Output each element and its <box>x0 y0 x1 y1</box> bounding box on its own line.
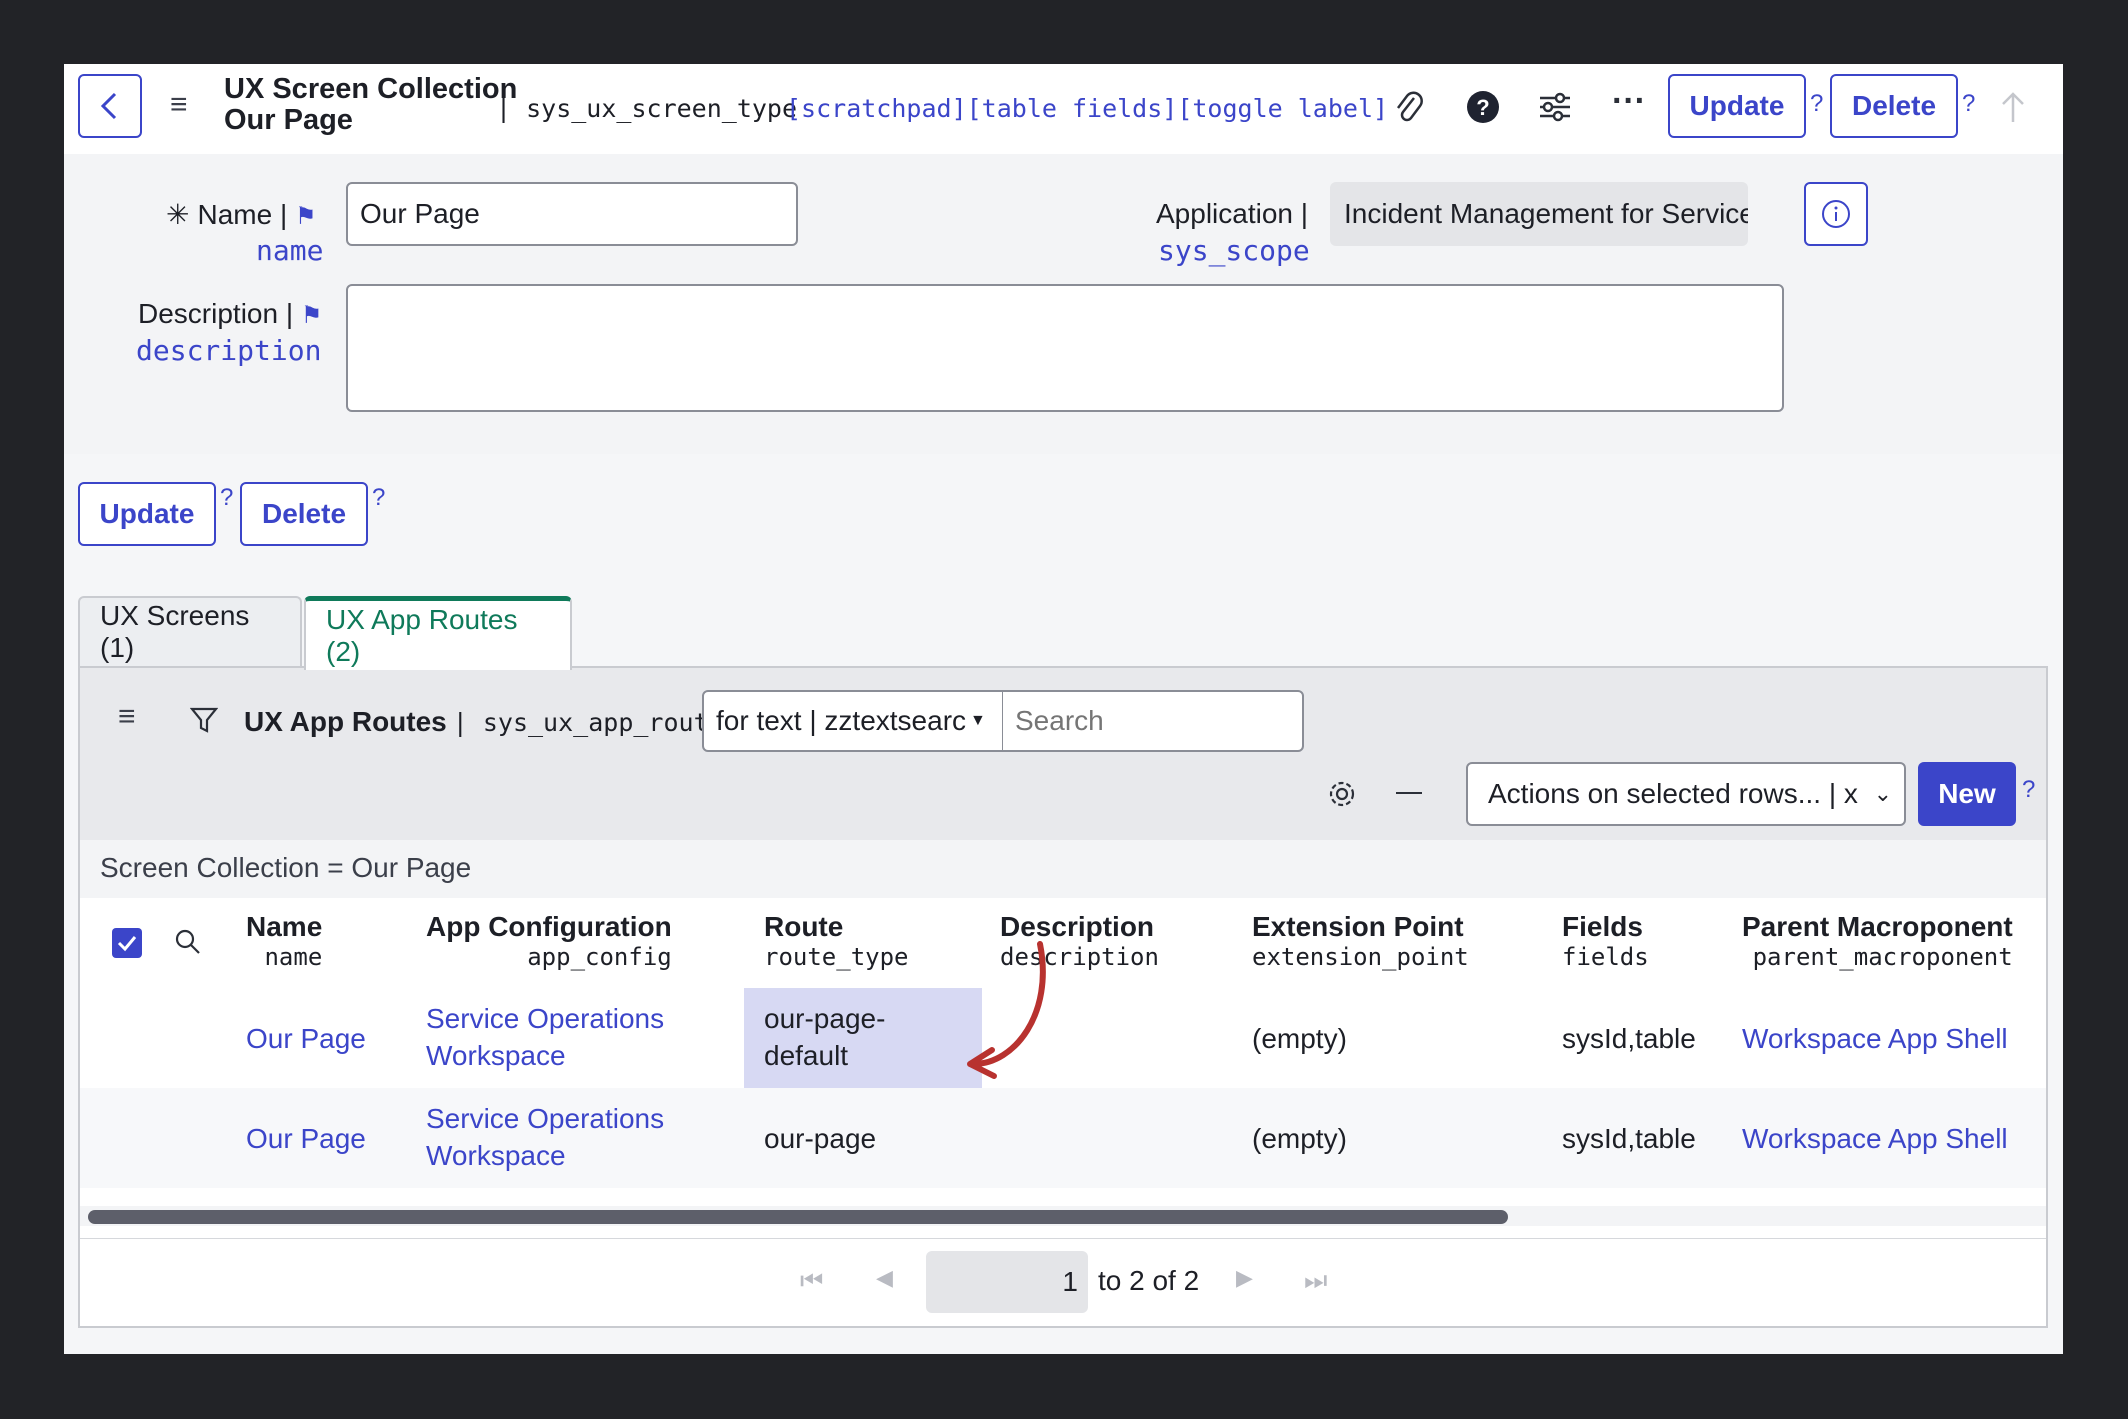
next-page-icon[interactable]: ▶ <box>1236 1265 1253 1291</box>
column-header-extension-point[interactable]: Extension Point extension_point <box>1252 912 1469 972</box>
row-extension-point[interactable]: (empty) <box>1252 1120 1347 1157</box>
column-header-fields[interactable]: Fields fields <box>1562 912 1649 972</box>
list-title: UX App Routes | sys_ux_app_route <box>244 706 724 737</box>
row-parent-link[interactable]: Workspace App Shell <box>1742 1120 2008 1157</box>
row-extension-point[interactable]: (empty) <box>1252 1020 1347 1057</box>
annotation-arrow <box>967 941 1046 1079</box>
arrow-up-icon[interactable] <box>2000 90 2026 124</box>
more-icon[interactable]: ··· <box>1612 82 1646 121</box>
column-header-name[interactable]: Name name <box>246 912 322 972</box>
application-field-name: sys_scope <box>1158 234 1310 267</box>
scrollbar-thumb[interactable] <box>88 1210 1508 1224</box>
tab-ux-app-routes[interactable]: UX App Routes (2) <box>304 596 572 670</box>
header-update-button[interactable]: Update <box>1668 74 1806 138</box>
breadcrumb-condition[interactable]: Screen Collection = Our Page <box>100 852 471 884</box>
new-button[interactable]: New <box>1918 762 2016 826</box>
form-delete-help[interactable]: ? <box>372 484 385 512</box>
select-all-checkbox[interactable] <box>112 928 142 958</box>
last-page-icon[interactable]: ⏭ <box>1304 1265 1327 1297</box>
name-label: ✳ Name | ⚑ <box>166 199 317 230</box>
application-label: Application | <box>1156 198 1309 229</box>
chevron-down-icon: ▼ <box>970 712 986 729</box>
delete-help-link[interactable]: ? <box>1962 90 1975 118</box>
list-table-name: | sys_ux_app_route <box>452 708 724 737</box>
search-field-select[interactable]: for text | zztextsearc ▼ <box>702 690 1004 752</box>
flag-icon[interactable]: ⚑ <box>295 203 317 230</box>
row-fields[interactable]: sysId,table <box>1562 1020 1696 1057</box>
search-input[interactable] <box>1002 690 1304 752</box>
page-number-input[interactable]: 1 <box>926 1251 1088 1313</box>
description-label: Description | ⚑ <box>138 298 323 329</box>
form-update-help[interactable]: ? <box>220 484 233 512</box>
row-fields[interactable]: sysId,table <box>1562 1120 1696 1157</box>
application-info-button[interactable] <box>1804 182 1868 246</box>
header-table-name: | sys_ux_screen_type <box>496 94 798 123</box>
svg-text:?: ? <box>1476 95 1489 120</box>
title-table-label: UX Screen Collection <box>224 73 518 105</box>
sliders-icon[interactable] <box>1538 92 1572 122</box>
row-app-config-link[interactable]: Service Operations Workspace <box>426 1100 686 1174</box>
menu-icon[interactable]: ≡ <box>170 88 188 122</box>
horizontal-scrollbar[interactable] <box>80 1206 2046 1226</box>
paperclip-icon[interactable] <box>1394 88 1424 128</box>
description-field-name: description <box>136 334 322 367</box>
gear-icon[interactable] <box>1326 778 1358 810</box>
back-icon <box>100 92 117 120</box>
header-delete-button[interactable]: Delete <box>1830 74 1958 138</box>
pagination: ⏮ ◀ 1 to 2 of 2 ▶ ⏭ <box>80 1238 2046 1327</box>
new-help-link[interactable]: ? <box>2022 776 2035 804</box>
row-parent-link[interactable]: Workspace App Shell <box>1742 1020 2008 1057</box>
title-record-name: Our Page <box>224 104 353 136</box>
row-route[interactable]: our-page-default <box>764 1000 904 1074</box>
list-menu-icon[interactable]: ≡ <box>118 700 136 734</box>
app-window: ≡ UX Screen Collection Our Page | sys_ux… <box>64 64 2063 1354</box>
update-help-link[interactable]: ? <box>1810 90 1823 118</box>
row-name-link[interactable]: Our Page <box>246 1020 366 1057</box>
application-input: Incident Management for Service C <box>1330 182 1748 246</box>
column-header-app-config[interactable]: App Configuration app_config <box>426 912 672 972</box>
form-delete-button[interactable]: Delete <box>240 482 368 546</box>
row-app-config-link[interactable]: Service Operations Workspace <box>426 1000 686 1074</box>
checkbox-icon <box>117 936 137 952</box>
help-circle-icon[interactable]: ? <box>1466 90 1500 124</box>
tab-ux-screens[interactable]: UX Screens (1) <box>78 596 302 666</box>
search-icon[interactable] <box>174 928 202 956</box>
filter-icon[interactable] <box>190 706 218 734</box>
row-route[interactable]: our-page <box>764 1120 876 1157</box>
collapse-icon[interactable] <box>1396 792 1422 794</box>
page-title: UX Screen Collection Our Page <box>224 74 517 136</box>
name-field-name: name <box>256 234 324 267</box>
column-header-parent-macroponent[interactable]: Parent Macroponent parent_macroponent <box>1742 912 2013 972</box>
form-header: ≡ UX Screen Collection Our Page | sys_ux… <box>64 64 2063 154</box>
info-icon <box>1822 200 1850 228</box>
description-textarea[interactable] <box>346 284 1784 412</box>
form-update-button[interactable]: Update <box>78 482 216 546</box>
list-toolbar: ≡ UX App Routes | sys_ux_app_route for te… <box>80 668 2046 840</box>
flag-icon[interactable]: ⚑ <box>301 302 323 329</box>
page-range: to 2 of 2 <box>1098 1265 1200 1296</box>
chevron-down-icon: ⌄ <box>1873 781 1892 806</box>
back-button[interactable] <box>78 74 142 138</box>
prev-page-icon[interactable]: ◀ <box>876 1265 893 1291</box>
name-input[interactable]: Our Page <box>346 182 798 246</box>
row-name-link[interactable]: Our Page <box>246 1120 366 1157</box>
required-marker: ✳ <box>166 199 190 230</box>
column-header-route[interactable]: Route route_type <box>764 912 909 972</box>
actions-select[interactable]: Actions on selected rows... | x ⌄ <box>1466 762 1906 826</box>
header-dev-links[interactable]: [scratchpad][table fields][toggle label] <box>786 94 1388 123</box>
first-page-icon[interactable]: ⏮ <box>800 1265 823 1297</box>
